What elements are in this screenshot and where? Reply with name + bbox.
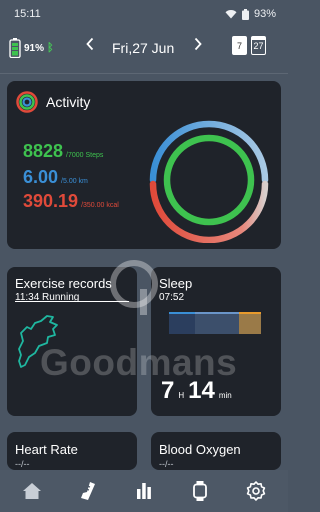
exercise-divider [15, 301, 129, 302]
calories-goal: /350.00 kcal [81, 202, 119, 209]
previous-day-button[interactable] [80, 37, 100, 56]
chevron-left-icon [86, 37, 94, 51]
activity-rings-icon [16, 91, 38, 113]
next-day-button[interactable] [188, 37, 208, 56]
blood-oxygen-card[interactable]: Blood Oxygen --/-- [151, 432, 281, 470]
bluetooth-icon: ᛒ [47, 42, 54, 54]
gear-icon [246, 481, 266, 501]
nav-statistics[interactable] [130, 477, 158, 505]
activity-card[interactable]: Activity 8828 /7000 Steps 6.00 /5.00 km … [7, 81, 281, 249]
bottom-navigation [0, 470, 288, 512]
heart-rate-title: Heart Rate [15, 442, 78, 457]
nav-home[interactable] [18, 477, 46, 505]
sleep-minutes: 14 [188, 377, 215, 404]
calendar-day-number: 27 [253, 41, 264, 51]
calendar-week-button[interactable]: 7 [232, 36, 247, 55]
wifi-icon [225, 10, 237, 19]
calendar-week-number: 7 [236, 41, 242, 51]
calendar-buttons: 7 27 [232, 36, 266, 55]
calories-value: 390.19 [23, 191, 79, 211]
date-navigation-bar: 91% ᛒ Fri,27 Jun 7 27 [0, 28, 288, 72]
distance-value: 6.00 [23, 167, 59, 187]
steps-ring [163, 134, 255, 226]
sleep-hours-unit: H [178, 391, 185, 400]
nav-exercise[interactable] [74, 477, 102, 505]
header-divider [0, 73, 288, 74]
chevron-right-icon [194, 37, 202, 51]
sleep-minutes-unit: min [218, 391, 232, 400]
steps-goal: /7000 Steps [66, 152, 104, 159]
distance-goal: /5.00 km [61, 178, 88, 185]
steps-metric: 8828 /7000 Steps [23, 141, 103, 162]
status-battery: 93% [253, 8, 276, 20]
sleep-duration: 7 H 14 min [161, 377, 232, 405]
heart-rate-card[interactable]: Heart Rate --/-- [7, 432, 137, 470]
activity-title: Activity [46, 94, 91, 110]
distance-metric: 6.00 /5.00 km [23, 167, 88, 188]
home-icon [23, 483, 41, 499]
current-date[interactable]: Fri,27 Jun [112, 40, 174, 56]
nav-settings[interactable] [242, 477, 270, 505]
activity-header: Activity [16, 91, 90, 113]
watch-icon [193, 481, 207, 501]
blood-oxygen-title: Blood Oxygen [159, 442, 241, 457]
exercise-title: Exercise records [15, 276, 112, 291]
steps-value: 8828 [23, 141, 64, 161]
sleep-start-time: 07:52 [159, 292, 185, 303]
blood-oxygen-value: --/-- [159, 459, 174, 469]
sleep-hours: 7 [161, 377, 175, 404]
status-icons: 93% [225, 8, 276, 20]
status-bar: 15:11 93% [0, 0, 288, 28]
sleep-title: Sleep [159, 276, 193, 291]
sleep-card[interactable]: Sleep 07:52 7 H 14 min [151, 267, 281, 416]
device-battery: 91% ᛒ [9, 38, 54, 58]
exercise-records-card[interactable]: Exercise records 11:34 Running [7, 267, 137, 416]
device-battery-icon [9, 38, 21, 58]
sleep-stage-chart [169, 312, 261, 334]
device-battery-percent: 91% [24, 42, 45, 54]
activity-rings [149, 120, 269, 243]
nav-device[interactable] [186, 477, 214, 505]
exercise-route-map [18, 315, 58, 368]
sleep-stage-awake [239, 314, 261, 334]
heart-rate-value: --/-- [15, 459, 30, 469]
running-shoe-icon [81, 482, 95, 500]
sleep-stage-light [195, 314, 239, 334]
battery-status-icon [241, 8, 249, 20]
status-time: 15:11 [14, 8, 41, 20]
calories-metric: 390.19 /350.00 kcal [23, 191, 119, 212]
calendar-month-button[interactable]: 27 [251, 36, 266, 55]
sleep-stage-deep [169, 314, 195, 334]
bar-chart-icon [137, 483, 151, 499]
